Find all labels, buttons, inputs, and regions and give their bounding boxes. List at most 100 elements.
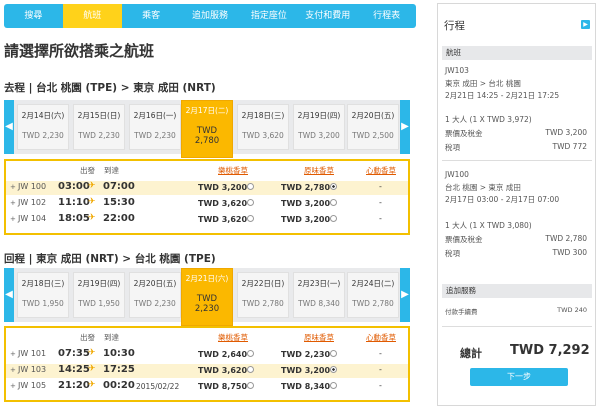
- inbound-date-selected[interactable]: 2月21日(六) TWD 2,230: [181, 268, 233, 326]
- leg2-flight-no: JW100: [445, 170, 469, 179]
- arrive-date: 2015/02/22: [136, 382, 180, 391]
- fare1-radio[interactable]: [247, 366, 254, 373]
- step-nav: 搜尋 航班 乘客 追加服務 指定座位 支付和費用 行程表: [4, 4, 416, 28]
- leg1-pax: 1 大人 (1 X TWD 3,972): [445, 115, 532, 124]
- fare2-price: TWD 8,340: [281, 382, 331, 391]
- flight-number: JW 104: [18, 214, 47, 223]
- header-arrive: 到達: [104, 333, 119, 342]
- table-row: + JW 105 21:20 ✈ 00:20 2015/02/22 TWD 8,…: [6, 380, 408, 394]
- divider: [442, 326, 592, 327]
- plane-icon: ✈: [88, 213, 96, 223]
- flight-number: JW 101: [18, 349, 47, 358]
- outbound-next-arrow-icon[interactable]: ▶: [400, 100, 410, 154]
- header-fare3[interactable]: 心動香草: [366, 332, 396, 343]
- divider: [442, 160, 592, 161]
- outbound-prev-arrow-icon[interactable]: ◀: [4, 100, 14, 154]
- leg2-tax-label: 稅項: [445, 249, 460, 258]
- header-depart: 出發: [80, 166, 95, 175]
- flight-number: JW 102: [18, 198, 47, 207]
- expand-arrow-icon[interactable]: ▶: [581, 20, 590, 29]
- extras-section-header: 追加服務: [442, 284, 592, 298]
- expand-icon[interactable]: +: [10, 215, 16, 223]
- inbound-date-cell[interactable]: 2月23日(一) TWD 8,340: [293, 272, 345, 318]
- inbound-next-arrow-icon[interactable]: ▶: [400, 268, 410, 322]
- fare2-radio[interactable]: [330, 199, 337, 206]
- inbound-date-cell[interactable]: 2月19日(四) TWD 1,950: [73, 272, 125, 318]
- header-fare1[interactable]: 樂桃香草: [218, 165, 248, 176]
- nav-search[interactable]: 搜尋: [4, 4, 63, 28]
- depart-time: 14:25: [58, 364, 90, 375]
- expand-icon[interactable]: +: [10, 199, 16, 207]
- leg2-time: 2月17日 03:00 - 2月17日 07:00: [445, 195, 560, 204]
- leg2-fare-label: 票價及稅金: [445, 235, 483, 244]
- fare2-radio[interactable]: [330, 366, 337, 373]
- plane-icon: ✈: [88, 380, 96, 390]
- expand-icon[interactable]: +: [10, 350, 16, 358]
- plane-icon: ✈: [88, 364, 96, 374]
- header-fare3[interactable]: 心動香草: [366, 165, 396, 176]
- header-fare2[interactable]: 原味香草: [304, 332, 334, 343]
- expand-icon[interactable]: +: [10, 183, 16, 191]
- fare1-radio[interactable]: [247, 215, 254, 222]
- expand-icon[interactable]: +: [10, 366, 16, 374]
- fee-label: 付款手續費: [445, 308, 478, 316]
- fare2-price: TWD 3,200: [281, 199, 331, 208]
- fare1-radio[interactable]: [247, 183, 254, 190]
- outbound-date-selected[interactable]: 2月17日(二) TWD 2,780: [181, 100, 233, 158]
- plane-icon: ✈: [88, 181, 96, 191]
- fare1-radio[interactable]: [247, 382, 254, 389]
- table-row: + JW 101 07:35 ✈ 10:30 TWD 2,640 TWD 2,2…: [6, 348, 408, 362]
- fare2-price: TWD 2,780: [281, 183, 331, 192]
- fare3-price: -: [379, 381, 382, 390]
- arrive-time: 07:00: [103, 181, 135, 192]
- inbound-date-cell[interactable]: 2月18日(三) TWD 1,950: [17, 272, 69, 318]
- leg1-fare-label: 票價及稅金: [445, 129, 483, 138]
- outbound-date-cell[interactable]: 2月19日(四) TWD 3,200: [293, 104, 345, 150]
- leg1-route: 東京 成田 > 台北 桃園: [445, 79, 521, 88]
- inbound-date-cell[interactable]: 2月24日(二) TWD 2,780: [347, 272, 399, 318]
- outbound-date-cell[interactable]: 2月16日(一) TWD 2,230: [129, 104, 181, 150]
- leg2-fare: TWD 2,780: [545, 234, 587, 243]
- nav-payment[interactable]: 支付和費用: [298, 4, 357, 28]
- outbound-date-cell[interactable]: 2月20日(五) TWD 2,500: [347, 104, 399, 150]
- fare1-price: TWD 8,750: [198, 382, 248, 391]
- page-title: 請選擇所欲搭乘之航班: [4, 42, 155, 60]
- fare3-price: -: [379, 198, 382, 207]
- header-fare1[interactable]: 樂桃香草: [218, 332, 248, 343]
- nav-seats[interactable]: 指定座位: [239, 4, 298, 28]
- leg1-time: 2月21日 14:25 - 2月21日 17:25: [445, 91, 560, 100]
- nav-flights[interactable]: 航班: [62, 4, 122, 28]
- leg1-tax: TWD 772: [552, 142, 587, 151]
- depart-time: 18:05: [58, 213, 90, 224]
- outbound-date-cell[interactable]: 2月14日(六) TWD 2,230: [17, 104, 69, 150]
- expand-icon[interactable]: +: [10, 382, 16, 390]
- fare2-price: TWD 2,230: [281, 350, 331, 359]
- next-button[interactable]: 下一步: [470, 368, 568, 386]
- fare1-price: TWD 3,620: [198, 215, 248, 224]
- fare2-radio[interactable]: [330, 215, 337, 222]
- depart-time: 21:20: [58, 380, 90, 391]
- inbound-date-cell[interactable]: 2月20日(五) TWD 2,230: [129, 272, 181, 318]
- flight-number: JW 100: [18, 182, 47, 191]
- nav-itinerary[interactable]: 行程表: [357, 4, 416, 28]
- inbound-prev-arrow-icon[interactable]: ◀: [4, 268, 14, 322]
- inbound-date-strip: ◀ 2月18日(三) TWD 1,950 2月19日(四) TWD 1,950 2月…: [4, 268, 410, 326]
- fare2-radio[interactable]: [330, 382, 337, 389]
- nav-passengers[interactable]: 乘客: [122, 4, 181, 28]
- fare2-radio[interactable]: [330, 350, 337, 357]
- fare3-price: -: [379, 182, 382, 191]
- outbound-date-cell[interactable]: 2月15日(日) TWD 2,230: [73, 104, 125, 150]
- inbound-date-cell[interactable]: 2月22日(日) TWD 2,780: [237, 272, 289, 318]
- header-fare2[interactable]: 原味香草: [304, 165, 334, 176]
- fare1-price: TWD 3,200: [198, 183, 248, 192]
- nav-extras[interactable]: 追加服務: [181, 4, 240, 28]
- plane-icon: ✈: [88, 197, 96, 207]
- fare1-radio[interactable]: [247, 199, 254, 206]
- header-arrive: 到達: [104, 166, 119, 175]
- leg2-route: 台北 桃園 > 東京 成田: [445, 183, 521, 192]
- outbound-route: 去程 | 台北 桃園 (TPE) > 東京 成田 (NRT): [4, 82, 216, 94]
- fare2-radio[interactable]: [330, 183, 337, 190]
- outbound-date-cell[interactable]: 2月18日(三) TWD 3,620: [237, 104, 289, 150]
- inbound-flight-table: 出發 到達 樂桃香草 原味香草 心動香草 + JW 101 07:35 ✈ 10…: [4, 326, 410, 402]
- fare1-radio[interactable]: [247, 350, 254, 357]
